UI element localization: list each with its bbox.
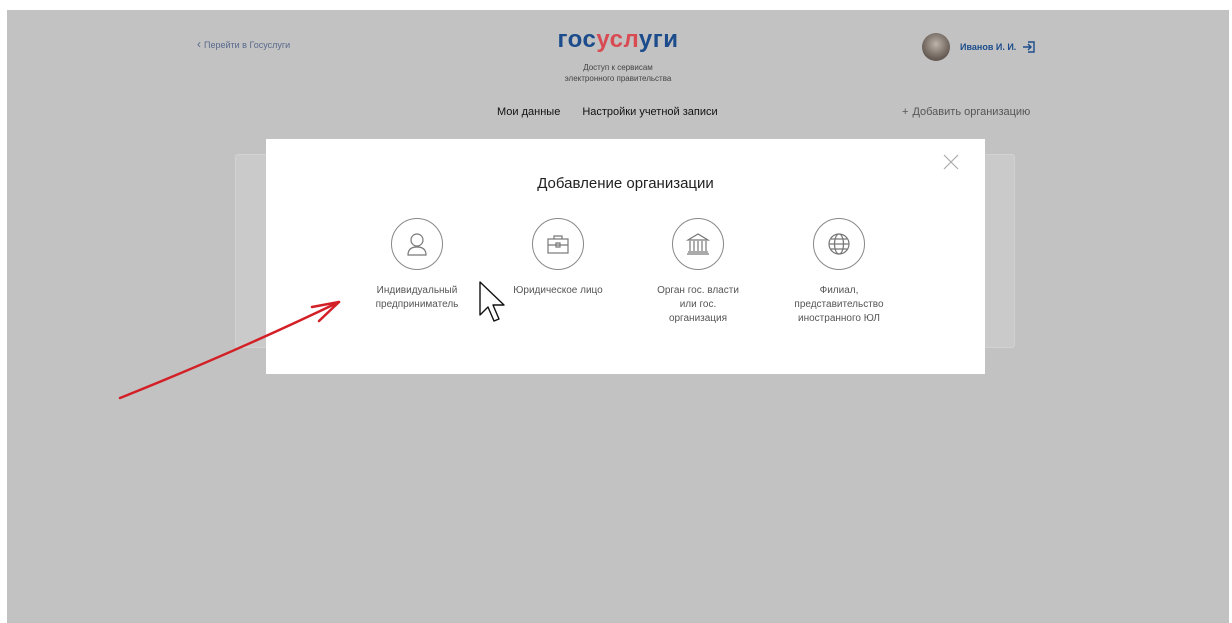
avatar[interactable] bbox=[922, 33, 950, 61]
briefcase-icon bbox=[547, 235, 569, 254]
add-organization-label: Добавить организацию bbox=[912, 106, 1031, 118]
person-icon bbox=[407, 233, 427, 256]
option-icon-circle bbox=[391, 218, 443, 270]
option-label: Филиал, представительство иностранного Ю… bbox=[777, 284, 901, 326]
user-menu[interactable]: Иванов И. И. bbox=[922, 33, 1036, 61]
government-building-icon bbox=[685, 233, 711, 255]
nav-account-settings[interactable]: Настройки учетной записи bbox=[582, 106, 717, 118]
option-label-line-3: организация bbox=[668, 313, 728, 324]
option-label-line-2: представительство bbox=[794, 299, 884, 310]
option-label-line-1: Индивидуальный bbox=[376, 285, 458, 296]
option-icon-circle bbox=[532, 218, 584, 270]
option-government-body[interactable]: Орган гос. власти или гос. организация bbox=[636, 218, 760, 326]
gosuslugi-logo[interactable]: госуслуги bbox=[7, 26, 1229, 54]
globe-icon bbox=[828, 233, 850, 255]
close-icon[interactable] bbox=[942, 153, 960, 171]
logo-part-1: гос bbox=[557, 26, 597, 53]
tagline-line-2: электронного правительства bbox=[564, 74, 672, 83]
option-label-line-1: Орган гос. власти bbox=[657, 285, 739, 296]
option-foreign-branch[interactable]: Филиал, представительство иностранного Ю… bbox=[777, 218, 901, 326]
add-organization-modal: Добавление организации Индивидуальный пр… bbox=[266, 139, 985, 374]
modal-title: Добавление организации bbox=[537, 175, 714, 192]
option-label-line-2: или гос. bbox=[679, 299, 717, 310]
option-label-line-1: Юридическое лицо bbox=[513, 285, 603, 296]
option-label-line-3: иностранного ЮЛ bbox=[798, 313, 880, 324]
tagline: Доступ к сервисам электронного правитель… bbox=[7, 62, 1229, 84]
option-label: Индивидуальный предприниматель bbox=[355, 284, 479, 312]
logo-part-3: уги bbox=[638, 26, 679, 53]
plus-icon: + bbox=[902, 106, 909, 118]
option-label: Орган гос. власти или гос. организация bbox=[636, 284, 760, 326]
user-name[interactable]: Иванов И. И. bbox=[960, 42, 1016, 52]
logo-part-2: усл bbox=[596, 26, 639, 53]
option-icon-circle bbox=[672, 218, 724, 270]
option-label: Юридическое лицо bbox=[496, 284, 620, 298]
option-icon-circle bbox=[813, 218, 865, 270]
profile-nav: Мои данные Настройки учетной записи bbox=[497, 106, 740, 118]
logout-icon[interactable] bbox=[1022, 40, 1036, 54]
header: ‹ Перейти в Госуслуги госуслуги Доступ к … bbox=[7, 10, 1229, 128]
tagline-line-1: Доступ к сервисам bbox=[583, 63, 653, 72]
screen: ‹ Перейти в Госуслуги госуслуги Доступ к … bbox=[7, 10, 1229, 623]
option-label-line-2: предприниматель bbox=[375, 299, 459, 310]
add-organization-link[interactable]: + Добавить организацию bbox=[902, 106, 1030, 118]
nav-my-data[interactable]: Мои данные bbox=[497, 106, 560, 118]
option-legal-entity[interactable]: Юридическое лицо bbox=[496, 218, 620, 298]
option-individual-entrepreneur[interactable]: Индивидуальный предприниматель bbox=[355, 218, 479, 312]
option-label-line-1: Филиал, bbox=[819, 285, 859, 296]
